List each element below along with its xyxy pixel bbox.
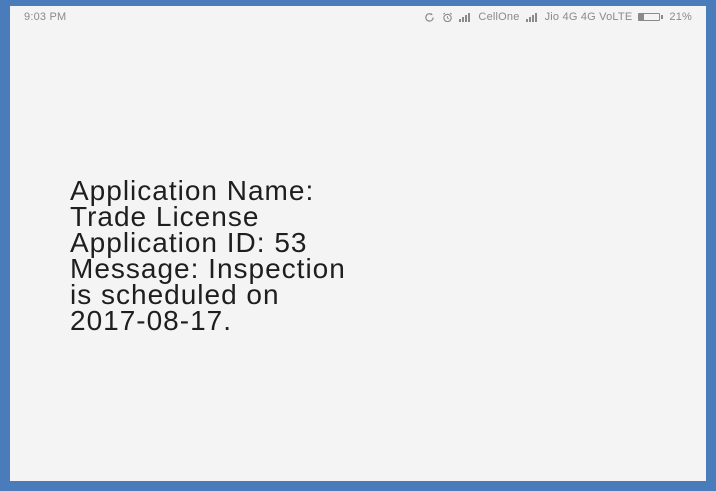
signal-icon — [525, 12, 537, 22]
status-bar: 9:03 PM CellOne Jio 4G 4G VoLTE 21% — [10, 6, 706, 28]
signal-icon — [459, 12, 471, 22]
alarm-icon — [441, 11, 453, 23]
carrier-1-label: CellOne — [478, 11, 520, 23]
message-line: 2017-08-17. — [70, 305, 233, 336]
sync-icon — [423, 11, 435, 23]
battery-percent: 21% — [669, 11, 692, 23]
carrier-2-label: Jio 4G 4G VoLTE — [544, 11, 633, 23]
battery-icon — [638, 13, 664, 21]
status-indicators: CellOne Jio 4G 4G VoLTE 21% — [423, 11, 692, 23]
notification-message: Application Name: Trade License Applicat… — [70, 177, 610, 336]
status-time: 9:03 PM — [24, 11, 67, 23]
